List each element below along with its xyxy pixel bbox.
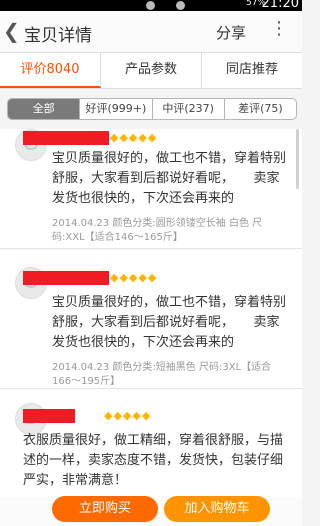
review-content: 宝贝质量很好的，做工也不错，穿着特别舒服，大家看到后都说好看呢， 卖家发货也很快…	[52, 295, 287, 350]
review-item: ◆◆◆◆◆ 衣服质量很好，做工精细，穿着很舒服，与描述的一样，卖家态度不错，发货…	[0, 393, 302, 497]
review-item: ◆◆◆◆◆ 宝贝质量很好的，做工也不错，穿着特别舒服，大家看到后都说好看呢， 卖…	[0, 129, 302, 249]
tab-bar: 评价8040 产品参数 同店推荐	[0, 53, 302, 89]
review-content: 宝贝质量很好的，做工也不错，穿着特别舒服，大家看到后都说好看呢， 卖家发货也很快…	[52, 151, 287, 206]
tab-label: 同店推荐	[225, 62, 278, 77]
review-count: 8040	[46, 62, 80, 77]
chevron-left-icon[interactable]: ❮	[3, 19, 20, 43]
buy-now-button[interactable]: 立即购买	[52, 496, 158, 522]
user-name-redacted	[23, 271, 109, 285]
filter-neutral[interactable]: 中评(237)	[153, 99, 225, 119]
rating-diamonds: ◆◆◆◆◆	[104, 409, 152, 422]
add-to-cart-button[interactable]: 加入购物车	[164, 496, 270, 522]
scrollbar[interactable]	[296, 129, 299, 189]
tab-reviews[interactable]: 评价8040	[0, 53, 101, 88]
rating-diamonds: ◆◆◆◆◆	[110, 131, 158, 144]
filter-segmented-control: 全部 好评(999+) 中评(237) 差评(75)	[7, 98, 297, 120]
filter-all[interactable]: 全部	[8, 99, 81, 119]
status-icon	[176, 1, 185, 10]
filter-negative[interactable]: 差评(75)	[225, 99, 296, 119]
review-meta: 2014.04.23 颜色分类:短袖黑色 尺码:3XL【适合166～195斤】	[52, 362, 272, 387]
tab-product-params[interactable]: 产品参数	[101, 53, 202, 88]
clock: 21:20	[261, 0, 299, 11]
user-name-redacted	[23, 409, 75, 423]
rating-diamonds: ◆◆◆◆◆	[110, 271, 158, 284]
status-bar: 57% 21:20	[0, 0, 302, 11]
review-filter-bar: 全部 好评(999+) 中评(237) 差评(75)	[0, 89, 302, 129]
page-title: 宝贝详情	[24, 26, 92, 46]
bottom-action-bar: 立即购买 加入购物车	[0, 492, 302, 526]
user-name-redacted	[23, 131, 109, 145]
review-meta: 2014.04.23 颜色分类:圆形领镂空长袖 白色 尺码:XXL【适合146～…	[52, 218, 263, 243]
review-item: ◆◆◆◆◆ 宝贝质量很好的，做工也不错，穿着特别舒服，大家看到后都说好看呢， 卖…	[0, 257, 302, 389]
review-content: 衣服质量很好，做工精细，穿着很舒服，与描述的一样，卖家态度不错，发货快，包装仔细…	[23, 433, 284, 488]
review-list[interactable]: ◆◆◆◆◆ 宝贝质量很好的，做工也不错，穿着特别舒服，大家看到后都说好看呢， 卖…	[0, 129, 302, 497]
more-vertical-icon[interactable]: ⋮	[270, 18, 288, 39]
share-button[interactable]: 分享	[216, 22, 246, 43]
tab-shop-recommend[interactable]: 同店推荐	[202, 53, 302, 88]
status-icon	[146, 1, 155, 10]
filter-positive[interactable]: 好评(999+)	[80, 99, 153, 119]
tab-label: 评价	[20, 62, 47, 77]
tab-label: 产品参数	[124, 62, 177, 77]
app-header: ❮ 宝贝详情 分享 ⋮	[0, 11, 302, 53]
